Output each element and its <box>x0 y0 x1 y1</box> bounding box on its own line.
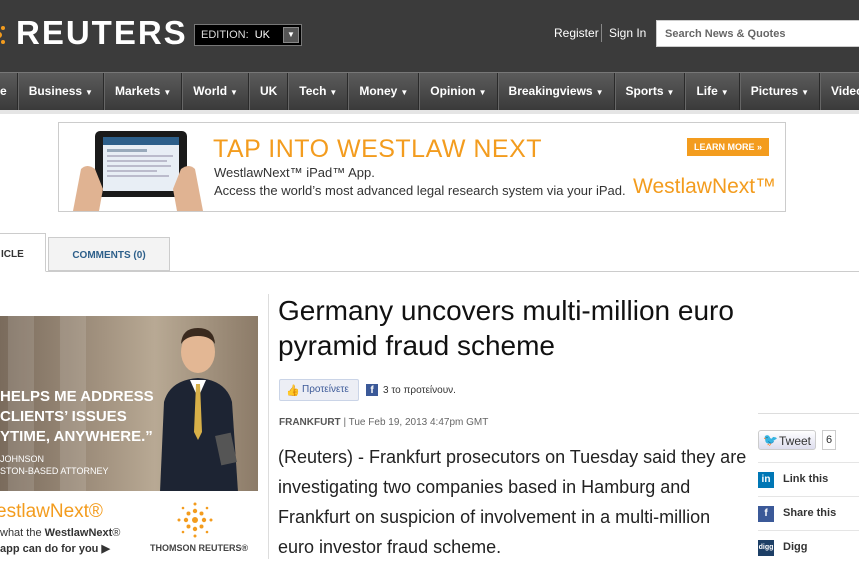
nav-item-label: Markets <box>114 84 161 98</box>
nav-item-sports[interactable]: Sports ▼ <box>614 73 686 111</box>
chevron-down-icon: ▼ <box>666 88 675 97</box>
nav-item-money[interactable]: Money ▼ <box>348 73 420 111</box>
ad-quote-line2: CLIENTS’ ISSUES <box>0 408 127 425</box>
chevron-down-icon: ▼ <box>478 88 487 97</box>
chevron-down-icon: ▼ <box>163 88 172 97</box>
nav-item-label: Money <box>359 84 398 98</box>
nav-item-breakingviews[interactable]: Breakingviews ▼ <box>497 73 615 111</box>
twitter-bird-icon: 🐦 <box>763 433 778 447</box>
digg-icon: digg <box>758 540 774 556</box>
article-location: FRANKFURT <box>279 417 341 428</box>
tweet-label: Tweet <box>779 434 812 448</box>
nav-item-uk[interactable]: UK <box>248 73 289 111</box>
article-date: | Tue Feb 19, 2013 4:47pm GMT <box>343 417 489 428</box>
facebook-like-button[interactable]: 👍 Προτείνετε <box>279 379 359 401</box>
edition-label: EDITION: <box>201 29 249 41</box>
nav-item-label: Breakingviews <box>508 84 593 98</box>
thumbs-up-icon: 👍 <box>286 385 300 397</box>
nav-item-life[interactable]: Life ▼ <box>685 73 740 111</box>
share-label: Digg <box>783 541 808 553</box>
ad-quote-line3: YTIME, ANYWHERE.” <box>0 428 153 445</box>
nav-item-label: Life <box>696 84 718 98</box>
nav-underbar <box>0 110 859 114</box>
chevron-down-icon: ▼ <box>400 88 409 97</box>
side-ad[interactable]: HELPS ME ADDRESS CLIENTS’ ISSUES YTIME, … <box>0 316 258 559</box>
tab-article[interactable]: ICLE <box>0 233 46 272</box>
learn-more-button[interactable]: LEARN MORE » <box>687 138 769 156</box>
article-dateline: FRANKFURT | Tue Feb 19, 2013 4:47pm GMT <box>279 417 488 428</box>
side-ad-line2: app can do for you ▶ <box>0 543 110 555</box>
article-headline: Germany uncovers multi-million euro pyra… <box>278 295 734 361</box>
facebook-icon: f <box>366 384 378 396</box>
site-header: REUTERS EDITION: UK ▼ Register Sign In S… <box>0 0 859 72</box>
ad-line2: Access the world’s most advanced legal r… <box>214 183 626 198</box>
sign-in-link[interactable]: Sign In <box>609 26 646 40</box>
share-item-link-this[interactable]: in Link this <box>758 462 859 496</box>
chevron-down-icon[interactable]: ▼ <box>283 27 299 43</box>
ad-headline: TAP INTO WESTLAW NEXT <box>213 135 543 163</box>
ipad-hands-image <box>73 131 203 211</box>
site-logo[interactable]: REUTERS <box>16 14 188 52</box>
ad-brand: WestlawNext™ <box>633 175 777 198</box>
nav-item-label: World <box>193 84 228 98</box>
search-input[interactable]: Search News & Quotes <box>656 20 859 47</box>
chevron-down-icon: ▼ <box>85 88 93 97</box>
facebook-like-count: 3 το προτείνουν. <box>383 385 456 396</box>
tab-comments[interactable]: COMMENTS (0) <box>48 237 170 271</box>
share-label: Share this <box>783 507 837 519</box>
ad-attribution-title: STON-BASED ATTORNEY <box>0 466 109 476</box>
column-divider <box>268 294 269 559</box>
nav-item-label: Tech <box>299 84 327 98</box>
nav-item-e[interactable]: e <box>0 73 18 111</box>
edition-value: UK <box>254 29 271 41</box>
share-label: Link this <box>783 473 829 485</box>
tweet-button[interactable]: 🐦 Tweet <box>758 430 816 450</box>
chevron-down-icon: ▼ <box>595 88 604 97</box>
nav-item-world[interactable]: World ▼ <box>182 73 249 111</box>
nav-item-tech[interactable]: Tech ▼ <box>288 73 349 111</box>
facebook-icon: f <box>758 506 774 522</box>
edition-selector[interactable]: EDITION: UK ▼ <box>194 24 302 46</box>
share-divider <box>758 413 859 414</box>
nav-item-opinion[interactable]: Opinion ▼ <box>419 73 498 111</box>
ad-line1: WestlawNext™ iPad™ App. <box>214 165 375 180</box>
header-divider <box>601 24 602 42</box>
nav-item-label: UK <box>259 84 278 98</box>
nav-item-label: Video <box>830 84 859 98</box>
side-ad-footer: estlawNext® what the WestlawNext® app ca… <box>0 491 258 559</box>
side-ad-line1: what the WestlawNext® <box>0 527 121 539</box>
nav-item-label: Sports <box>625 84 664 98</box>
reuters-logo-icon[interactable] <box>0 20 8 50</box>
nav-item-label: Business <box>28 84 83 98</box>
chevron-down-icon: ▼ <box>720 88 729 97</box>
tweet-count: 6 <box>822 430 836 450</box>
nav-item-pictures[interactable]: Pictures ▼ <box>739 73 820 111</box>
nav-item-business[interactable]: Business ▼ <box>17 73 104 111</box>
register-link[interactable]: Register <box>554 26 599 40</box>
banner-ad[interactable]: TAP INTO WESTLAW NEXT WestlawNext™ iPad™… <box>58 122 786 212</box>
chevron-down-icon: ▼ <box>801 88 809 97</box>
article-body: (Reuters) - Frankfurt prosecutors on Tue… <box>278 447 747 557</box>
main-nav: e Business ▼ Markets ▼ World ▼ UK Tech ▼ Money ▼ Opi… <box>0 72 859 111</box>
share-item-share-this[interactable]: f Share this <box>758 496 859 530</box>
ad-attribution-name: JOHNSON <box>0 454 45 464</box>
side-ad-brand: estlawNext® <box>0 501 103 522</box>
like-label: Προτείνετε <box>302 384 349 395</box>
thomson-reuters-logo-icon <box>177 502 213 538</box>
thomson-reuters-label: THOMSON REUTERS® <box>150 543 249 553</box>
ad-quote-line1: HELPS ME ADDRESS <box>0 388 154 405</box>
nav-item-label: Pictures <box>750 84 799 98</box>
nav-item-video[interactable]: Video▼ <box>819 73 859 111</box>
nav-item-label: e <box>0 84 7 98</box>
nav-item-markets[interactable]: Markets ▼ <box>103 73 183 111</box>
chevron-down-icon: ▼ <box>230 88 238 97</box>
chevron-down-icon: ▼ <box>329 88 338 97</box>
attorney-figure <box>160 328 238 492</box>
nav-item-label: Opinion <box>430 84 476 98</box>
linkedin-icon: in <box>758 472 774 488</box>
